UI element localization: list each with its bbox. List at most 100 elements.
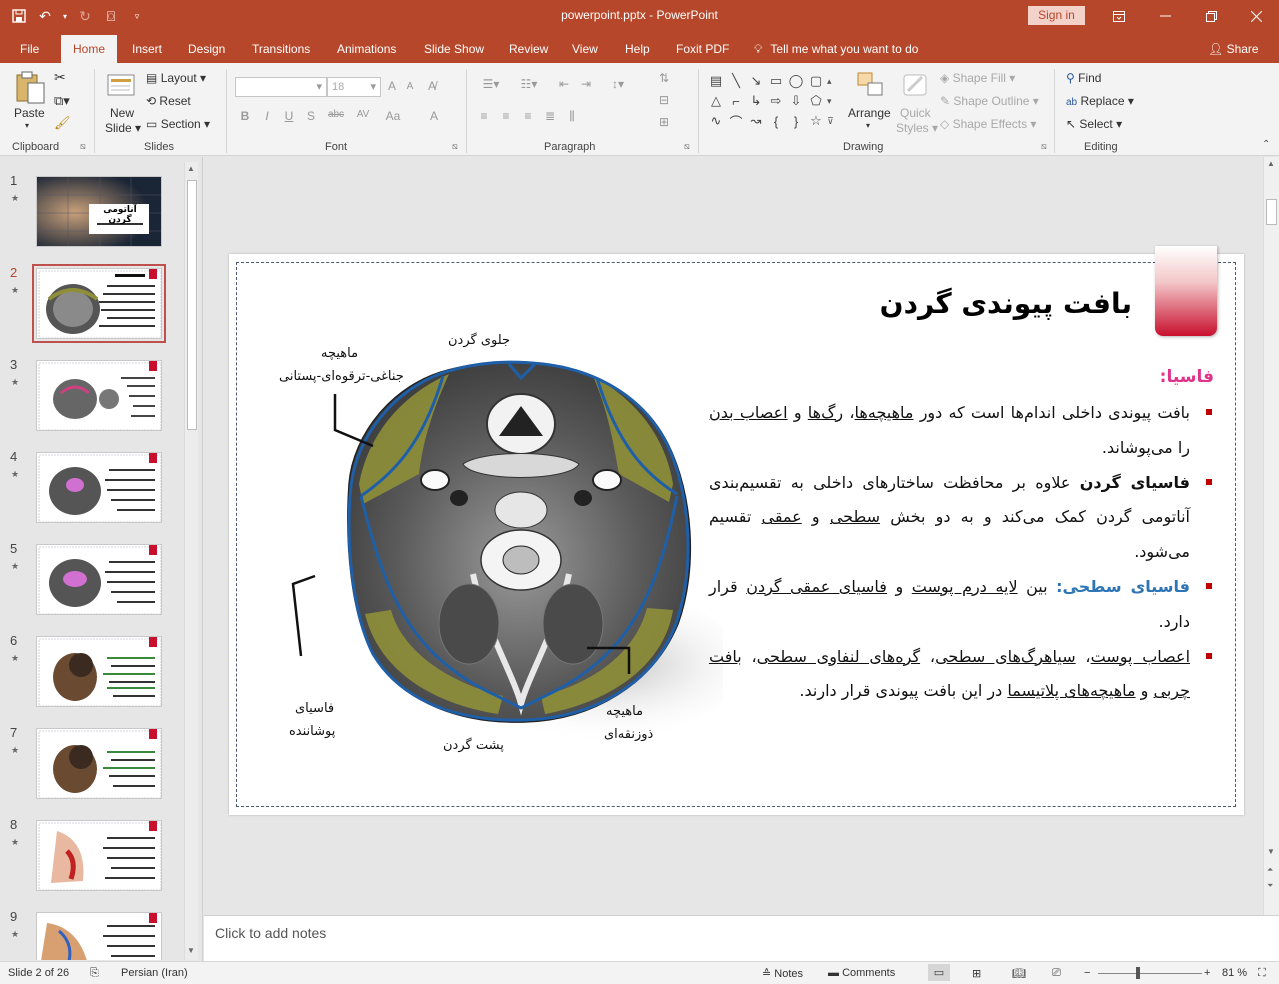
scroll-thumb[interactable]: [1266, 199, 1277, 225]
pentagon-shape-icon[interactable]: ⬠: [806, 91, 826, 111]
star-shape-icon[interactable]: ☆: [806, 111, 826, 131]
normal-view-icon[interactable]: ▭: [928, 964, 950, 981]
cut-icon[interactable]: ✂: [54, 69, 66, 86]
language-indicator[interactable]: Persian (Iran): [121, 967, 188, 979]
reading-view-icon[interactable]: 📖︎: [1012, 967, 1026, 980]
collapse-ribbon-icon[interactable]: ⌃: [1262, 139, 1270, 150]
right-brace-shape-icon[interactable]: }: [786, 111, 806, 131]
slide-thumbnail-1[interactable]: آناتومی گردن: [36, 176, 162, 247]
align-text-icon[interactable]: ⊟: [656, 93, 672, 107]
current-slide[interactable]: بافت پیوندی گردن جلوی گردن ماهیچه جناغی-…: [229, 246, 1244, 815]
tab-insert[interactable]: Insert: [124, 35, 170, 63]
clear-formatting-icon[interactable]: A̸: [424, 79, 440, 93]
shape-effects-button[interactable]: ◇ Shape Effects ▾: [940, 117, 1036, 131]
tab-file[interactable]: File: [12, 35, 47, 63]
numbering-icon[interactable]: ☷▾: [514, 77, 544, 91]
change-case-icon[interactable]: Aa: [382, 109, 404, 123]
close-icon[interactable]: [1233, 0, 1279, 32]
underline-icon[interactable]: U: [281, 109, 297, 123]
triangle-shape-icon[interactable]: △: [706, 91, 726, 111]
next-slide-icon[interactable]: ⏷: [1267, 881, 1273, 891]
slide-thumbnail-8[interactable]: [36, 820, 162, 891]
slide-sorter-icon[interactable]: ⊞: [972, 967, 981, 980]
reset-button[interactable]: ⟲ Reset: [146, 94, 191, 108]
arc-shape-icon[interactable]: ⌒: [726, 111, 746, 131]
tab-slide-show[interactable]: Slide Show: [416, 35, 492, 63]
scroll-up-icon[interactable]: ▲: [187, 164, 195, 173]
editor-scrollbar[interactable]: ▲ ▼ ⏶ ⏷: [1263, 157, 1279, 915]
textbox-shape-icon[interactable]: ▤: [706, 71, 726, 91]
rectangle-shape-icon[interactable]: ▭: [766, 71, 786, 91]
justify-icon[interactable]: ≣: [542, 109, 558, 123]
columns-icon[interactable]: ⫼: [564, 109, 580, 124]
copy-icon[interactable]: ⧉▾: [54, 93, 70, 109]
slide-thumbnail-7[interactable]: [36, 728, 162, 799]
minimize-icon[interactable]: [1142, 0, 1188, 32]
decrease-indent-icon[interactable]: ⇤: [556, 77, 572, 91]
drawing-launcher-icon[interactable]: ⧅: [1041, 141, 1047, 152]
tell-me-search[interactable]: 💡︎ Tell me what you want to do: [754, 35, 918, 63]
font-size-combo[interactable]: 18 ▾: [327, 77, 381, 97]
format-painter-icon[interactable]: 🖌︎: [54, 115, 71, 131]
zoom-out-icon[interactable]: −: [1084, 967, 1090, 979]
restore-icon[interactable]: [1188, 0, 1234, 32]
scroll-up-icon[interactable]: ▲: [1267, 159, 1275, 168]
new-slide-button[interactable]: New Slide ▾: [102, 69, 142, 139]
paragraph-launcher-icon[interactable]: ⧅: [684, 141, 690, 152]
find-button[interactable]: ⚲ Find: [1066, 71, 1101, 85]
tab-home[interactable]: Home: [61, 35, 118, 63]
shapes-gallery[interactable]: ▤ ╲ ↘ ▭ ◯ ▢ △ ⌐ ↳ ⇨ ⇩ ⬠ ∿ ⌒ ↝ { } ☆: [706, 71, 826, 131]
comments-button[interactable]: ▬ Comments: [828, 967, 895, 979]
font-color-icon[interactable]: A: [426, 109, 442, 123]
arrow-shape-icon[interactable]: ↘: [746, 71, 766, 91]
notes-pane[interactable]: Click to add notes: [204, 915, 1279, 961]
paste-button[interactable]: Paste ▾: [12, 69, 48, 137]
quick-styles-button[interactable]: Quick Styles ▾: [896, 69, 938, 139]
decrease-font-size-icon[interactable]: A: [402, 81, 418, 92]
scroll-down-icon[interactable]: ▼: [187, 946, 195, 955]
sign-in-button[interactable]: Sign in: [1028, 6, 1085, 25]
slide-thumbnail-6[interactable]: [36, 636, 162, 707]
slideshow-view-icon[interactable]: ⎚: [1052, 967, 1061, 980]
elbow-connector-shape-icon[interactable]: ⌐: [726, 91, 746, 111]
thumbnail-scrollbar[interactable]: ▲ ▼: [184, 162, 198, 960]
strikethrough-icon[interactable]: abc: [325, 109, 347, 120]
notes-button[interactable]: ≙ Notes: [762, 967, 803, 980]
shape-outline-button[interactable]: ✎ Shape Outline ▾: [940, 94, 1039, 108]
fit-slide-icon[interactable]: ⛶: [1258, 967, 1266, 980]
align-center-icon[interactable]: ≡: [498, 109, 514, 123]
bent-arrow-shape-icon[interactable]: ↝: [746, 111, 766, 131]
tab-transitions[interactable]: Transitions: [244, 35, 318, 63]
character-spacing-icon[interactable]: AV: [352, 109, 374, 120]
font-name-combo[interactable]: ▾: [235, 77, 327, 97]
shapes-gallery-scroll[interactable]: ▴ ▾ ⊽: [827, 71, 834, 131]
zoom-slider-thumb[interactable]: [1136, 967, 1140, 979]
section-button[interactable]: ▭ Section ▾: [146, 117, 210, 131]
slide-thumbnail-2[interactable]: [32, 264, 166, 343]
slide-thumbnail-9[interactable]: [36, 912, 162, 960]
replace-button[interactable]: ab Replace ▾: [1066, 94, 1134, 108]
text-shadow-icon[interactable]: S: [303, 109, 319, 123]
scroll-down-icon[interactable]: ▼: [1267, 847, 1275, 856]
shape-fill-button[interactable]: ◈ Shape Fill ▾: [940, 71, 1015, 85]
tab-animations[interactable]: Animations: [329, 35, 404, 63]
slide-title[interactable]: بافت پیوندی گردن: [880, 287, 1132, 320]
previous-slide-icon[interactable]: ⏶: [1267, 865, 1273, 875]
smartart-icon[interactable]: ⊞: [656, 115, 672, 129]
bullets-icon[interactable]: ☰▾: [476, 77, 506, 91]
tab-design[interactable]: Design: [180, 35, 233, 63]
elbow-arrow-shape-icon[interactable]: ↳: [746, 91, 766, 111]
right-arrow-shape-icon[interactable]: ⇨: [766, 91, 786, 111]
spelling-check-icon[interactable]: ⎘: [90, 967, 99, 980]
layout-button[interactable]: ▤ Layout ▾: [146, 71, 206, 85]
line-spacing-icon[interactable]: ↕▾: [606, 77, 630, 91]
tab-review[interactable]: Review: [501, 35, 556, 63]
curve-shape-icon[interactable]: ∿: [706, 111, 726, 131]
font-launcher-icon[interactable]: ⧅: [452, 141, 458, 152]
clipboard-launcher-icon[interactable]: ⧅: [80, 141, 86, 152]
select-button[interactable]: ↖ Select ▾: [1066, 117, 1122, 131]
zoom-in-icon[interactable]: +: [1204, 967, 1210, 979]
arrange-button[interactable]: Arrange ▾: [848, 69, 894, 139]
align-right-icon[interactable]: ≡: [520, 109, 536, 123]
tab-view[interactable]: View: [564, 35, 606, 63]
